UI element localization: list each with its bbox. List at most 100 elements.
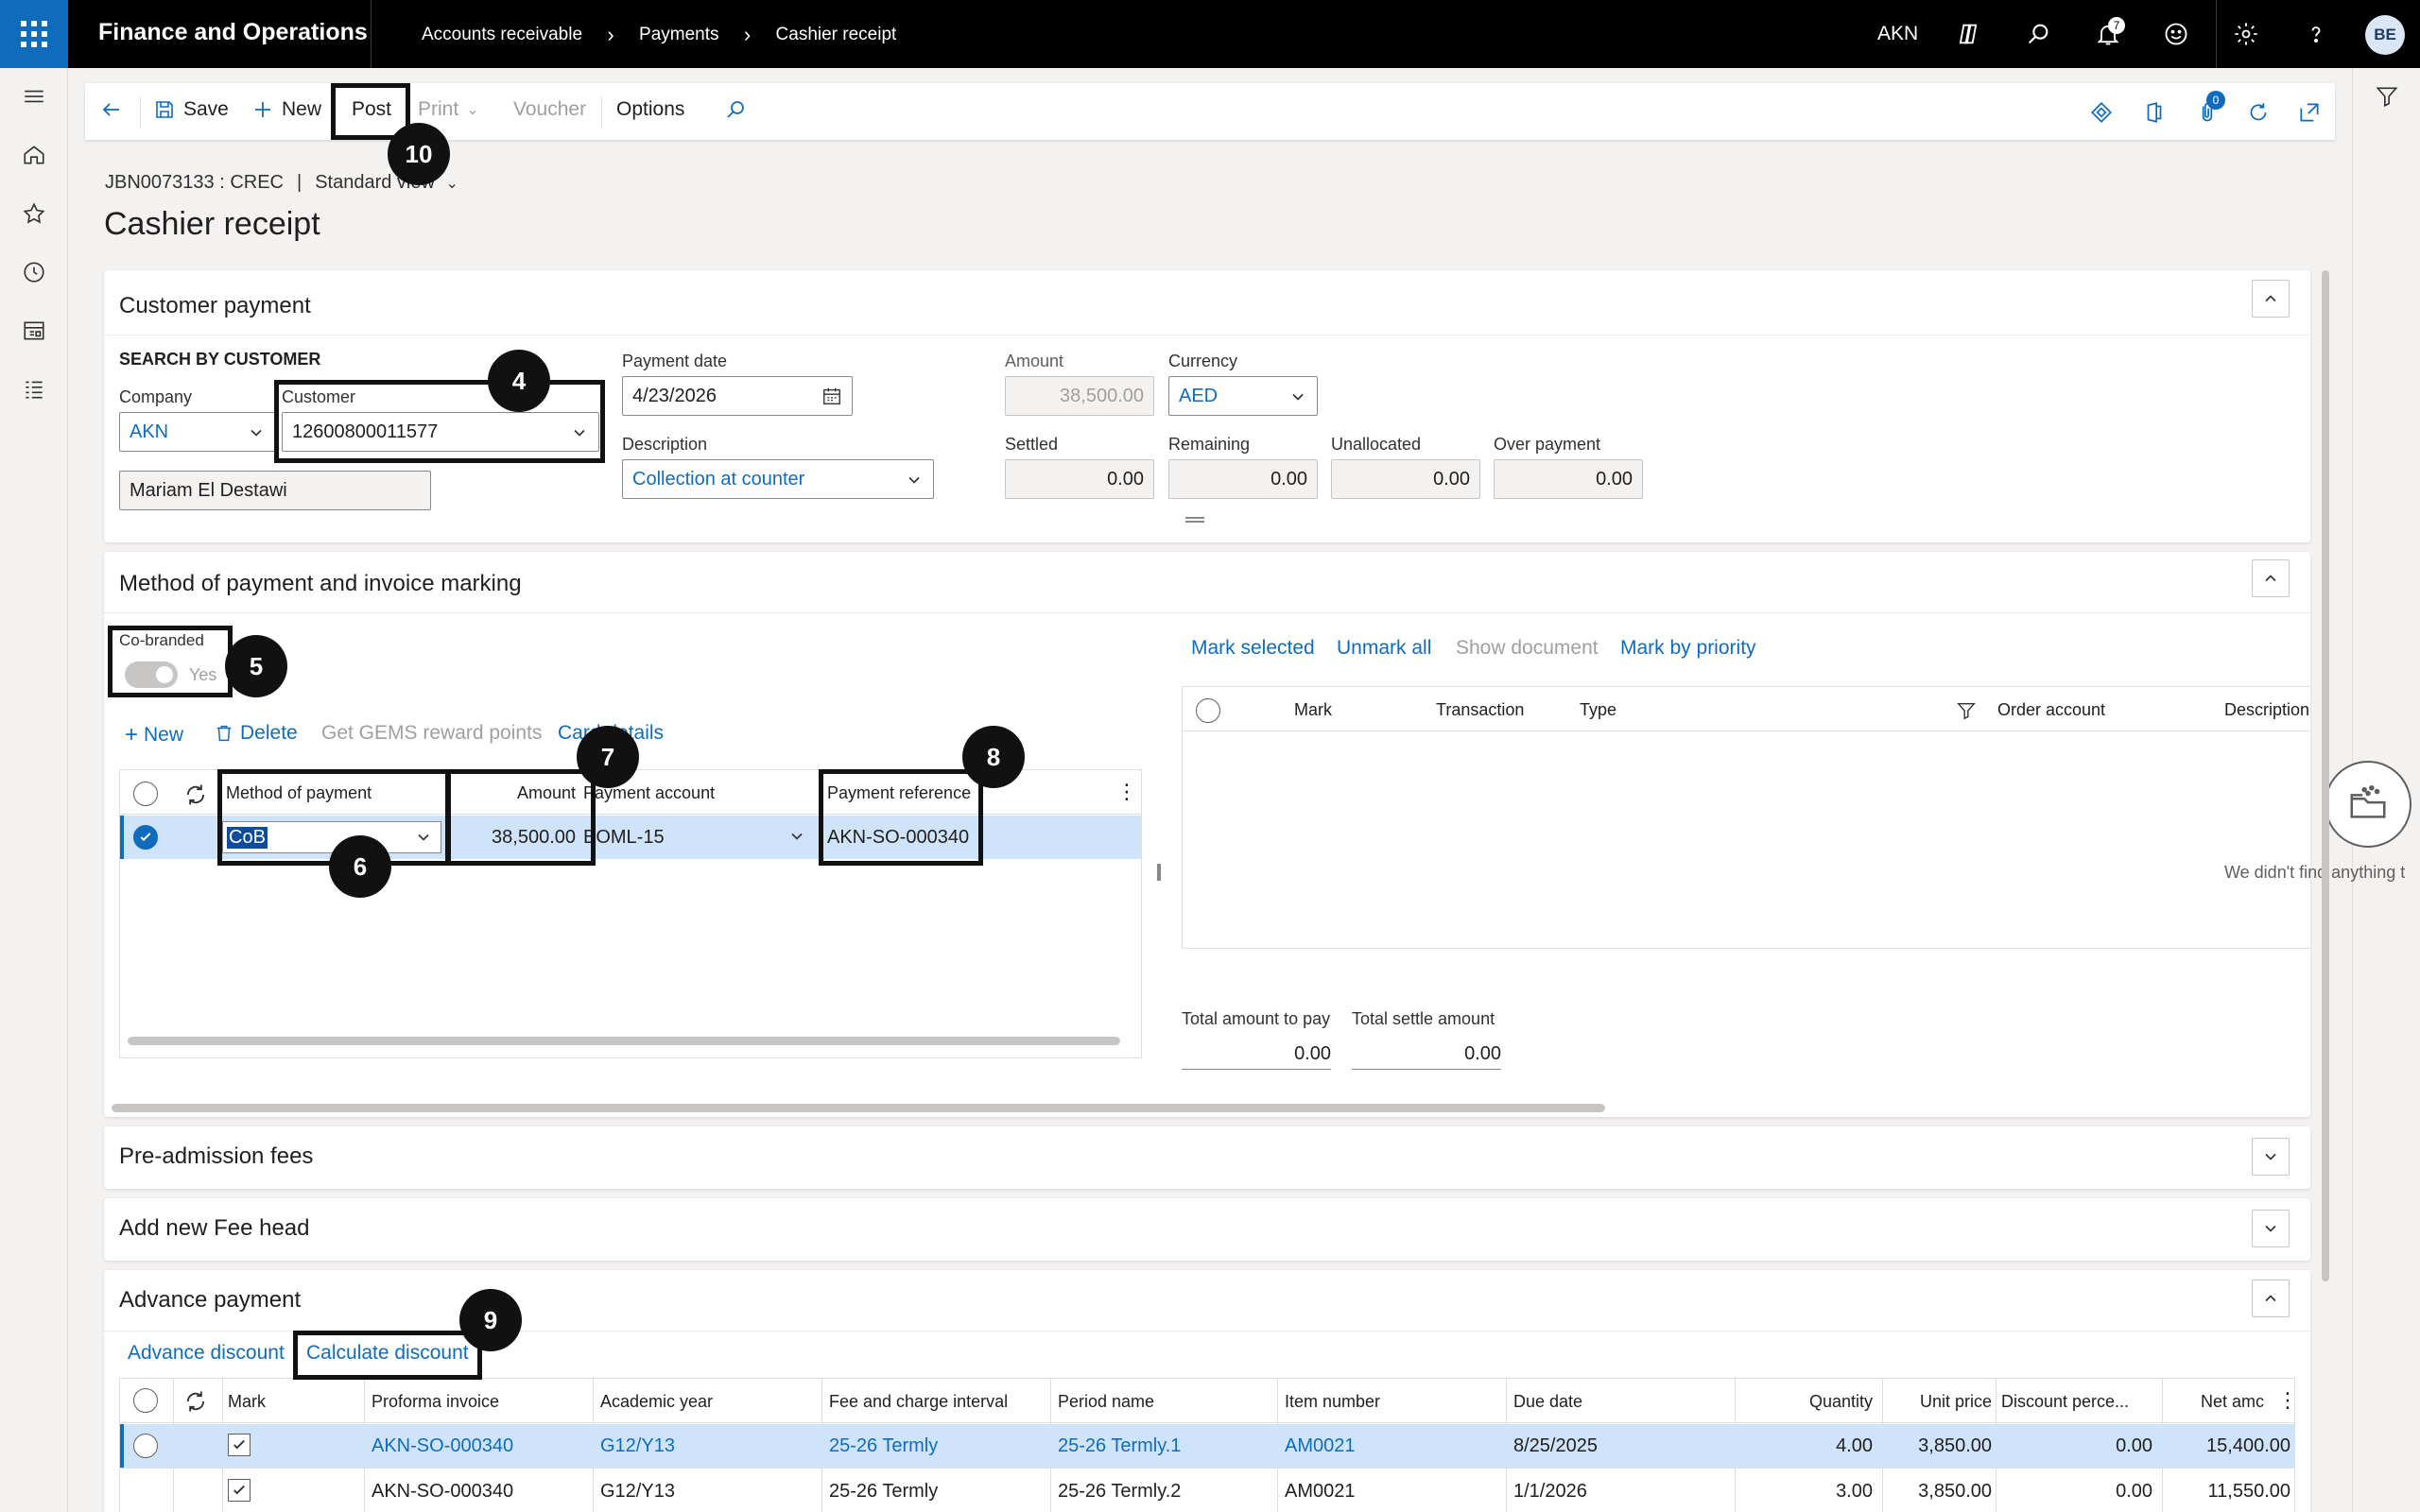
- row-item-number[interactable]: AM0021: [1285, 1435, 1356, 1457]
- col-unit-price[interactable]: Unit price: [1884, 1392, 1992, 1412]
- row-academic-year[interactable]: G12/Y13: [600, 1481, 675, 1503]
- col-period-name[interactable]: Period name: [1058, 1392, 1154, 1412]
- calendar-icon[interactable]: [821, 386, 842, 406]
- row-select-radio[interactable]: [133, 1434, 158, 1458]
- row-select-radio[interactable]: [133, 825, 158, 850]
- row-quantity[interactable]: 3.00: [1755, 1481, 1873, 1503]
- filter-icon[interactable]: [1956, 700, 1977, 721]
- collapse-toggle-button[interactable]: [2252, 559, 2290, 597]
- col-mark[interactable]: Mark: [1294, 700, 1332, 720]
- row-amount[interactable]: 38,500.00: [470, 827, 576, 849]
- app-title[interactable]: Finance and Operations: [98, 19, 368, 46]
- col-fee-and-charge-interval[interactable]: Fee and charge interval: [829, 1392, 1008, 1412]
- filter-icon[interactable]: [2372, 81, 2402, 112]
- row-unit-price[interactable]: 3,850.00: [1884, 1481, 1992, 1503]
- help-icon[interactable]: [2297, 15, 2335, 53]
- row-discount-percent[interactable]: 0.00: [2001, 1481, 2152, 1503]
- app-launcher-button[interactable]: [0, 0, 68, 68]
- notifications-icon[interactable]: 7: [2089, 15, 2127, 53]
- col-net-amount[interactable]: Net amc: [2166, 1392, 2264, 1412]
- col-due-date[interactable]: Due date: [1513, 1392, 1582, 1412]
- col-quantity[interactable]: Quantity: [1755, 1392, 1873, 1412]
- row-quantity[interactable]: 4.00: [1755, 1435, 1873, 1457]
- voucher-button[interactable]: Voucher: [513, 98, 586, 121]
- breadcrumb-accounts-receivable[interactable]: Accounts receivable: [422, 25, 582, 45]
- row-fee-interval[interactable]: 25-26 Termly: [829, 1435, 938, 1457]
- grid-delete-button[interactable]: Delete: [214, 722, 298, 745]
- unmark-all-button[interactable]: Unmark all: [1337, 637, 1431, 660]
- settings-gear-icon[interactable]: [2227, 15, 2265, 53]
- col-academic-year[interactable]: Academic year: [600, 1392, 713, 1412]
- row-payment-account[interactable]: BOML-15: [583, 827, 665, 849]
- attachments-icon[interactable]: 0: [2191, 91, 2225, 129]
- feedback-smiley-icon[interactable]: [2157, 15, 2195, 53]
- collapse-toggle-button[interactable]: [2252, 280, 2290, 318]
- print-menu-button[interactable]: Print ⌄: [418, 98, 479, 121]
- select-all-radio[interactable]: [1196, 698, 1220, 723]
- method-of-payment-title[interactable]: Method of payment and invoice marking: [119, 571, 522, 597]
- row-mark-checkbox[interactable]: [228, 1434, 251, 1456]
- row-net-amount[interactable]: 15,400.00: [2166, 1435, 2290, 1457]
- horizontal-scrollbar[interactable]: [128, 1037, 1120, 1045]
- chevron-down-icon[interactable]: [787, 827, 806, 846]
- expand-toggle-button[interactable]: [2252, 1138, 2290, 1176]
- pane-splitter[interactable]: [1157, 864, 1161, 881]
- page-vertical-scrollbar[interactable]: [2322, 270, 2329, 1281]
- col-item-number[interactable]: Item number: [1285, 1392, 1380, 1412]
- show-document-button[interactable]: Show document: [1456, 637, 1599, 660]
- col-description[interactable]: Description: [2224, 700, 2309, 720]
- col-method-of-payment[interactable]: Method of payment: [226, 783, 372, 803]
- payment-date-input[interactable]: 4/23/2026: [622, 376, 853, 416]
- open-new-window-icon[interactable]: [2293, 96, 2325, 129]
- col-order-account[interactable]: Order account: [1997, 700, 2105, 720]
- customer-dropdown[interactable]: 12600800011577: [282, 412, 599, 452]
- action-search-button[interactable]: [724, 98, 747, 121]
- breadcrumb-payments[interactable]: Payments: [639, 25, 718, 45]
- col-payment-reference[interactable]: Payment reference: [827, 783, 971, 803]
- col-amount[interactable]: Amount: [470, 783, 576, 803]
- search-icon[interactable]: [2019, 15, 2057, 53]
- select-all-radio[interactable]: [133, 782, 158, 806]
- options-tab[interactable]: Options: [616, 98, 684, 121]
- row-payment-reference[interactable]: AKN-SO-000340: [827, 827, 969, 849]
- row-due-date[interactable]: 8/25/2025: [1513, 1435, 1598, 1457]
- mark-selected-button[interactable]: Mark selected: [1191, 637, 1315, 660]
- row-fee-interval[interactable]: 25-26 Termly: [829, 1481, 938, 1503]
- user-avatar[interactable]: BE: [2365, 15, 2405, 55]
- customer-payment-title[interactable]: Customer payment: [119, 293, 311, 319]
- row-discount-percent[interactable]: 0.00: [2001, 1435, 2152, 1457]
- col-discount-percent[interactable]: Discount perce...: [2001, 1392, 2129, 1412]
- method-of-payment-dropdown[interactable]: CoB: [222, 821, 441, 853]
- refresh-grid-icon[interactable]: [182, 782, 209, 808]
- add-new-fee-head-title[interactable]: Add new Fee head: [119, 1215, 309, 1242]
- co-branded-toggle[interactable]: [125, 662, 178, 688]
- hamburger-menu-icon[interactable]: [19, 81, 49, 112]
- copilot-icon[interactable]: [1949, 15, 1987, 53]
- row-mark-checkbox[interactable]: [228, 1479, 251, 1502]
- splitter-handle[interactable]: [1185, 517, 1204, 523]
- select-all-radio[interactable]: [133, 1388, 158, 1413]
- row-net-amount[interactable]: 11,550.00: [2166, 1481, 2291, 1503]
- post-button[interactable]: Post: [352, 98, 391, 121]
- advance-discount-button[interactable]: Advance discount: [128, 1342, 285, 1365]
- row-academic-year[interactable]: G12/Y13: [600, 1435, 675, 1457]
- save-button[interactable]: Save: [153, 98, 229, 121]
- row-due-date[interactable]: 1/1/2026: [1513, 1481, 1587, 1503]
- back-button[interactable]: [100, 98, 123, 121]
- new-button[interactable]: New: [251, 98, 321, 121]
- company-dropdown[interactable]: AKN: [119, 412, 276, 452]
- refresh-grid-icon[interactable]: [182, 1388, 209, 1415]
- currency-dropdown[interactable]: AED: [1168, 376, 1318, 416]
- collapse-toggle-button[interactable]: [2252, 1280, 2290, 1317]
- workspaces-icon[interactable]: [19, 316, 49, 346]
- advance-payment-title[interactable]: Advance payment: [119, 1287, 301, 1314]
- col-transaction[interactable]: Transaction: [1436, 700, 1524, 720]
- more-options-icon[interactable]: ⋮: [1116, 780, 1137, 804]
- recent-clock-icon[interactable]: [19, 257, 49, 287]
- row-proforma-invoice[interactable]: AKN-SO-000340: [372, 1435, 513, 1457]
- pre-admission-fees-title[interactable]: Pre-admission fees: [119, 1143, 313, 1170]
- col-mark[interactable]: Mark: [228, 1392, 266, 1412]
- section-horizontal-scrollbar[interactable]: [112, 1104, 1605, 1112]
- row-period-name[interactable]: 25-26 Termly.1: [1058, 1435, 1181, 1457]
- mark-by-priority-button[interactable]: Mark by priority: [1620, 637, 1756, 660]
